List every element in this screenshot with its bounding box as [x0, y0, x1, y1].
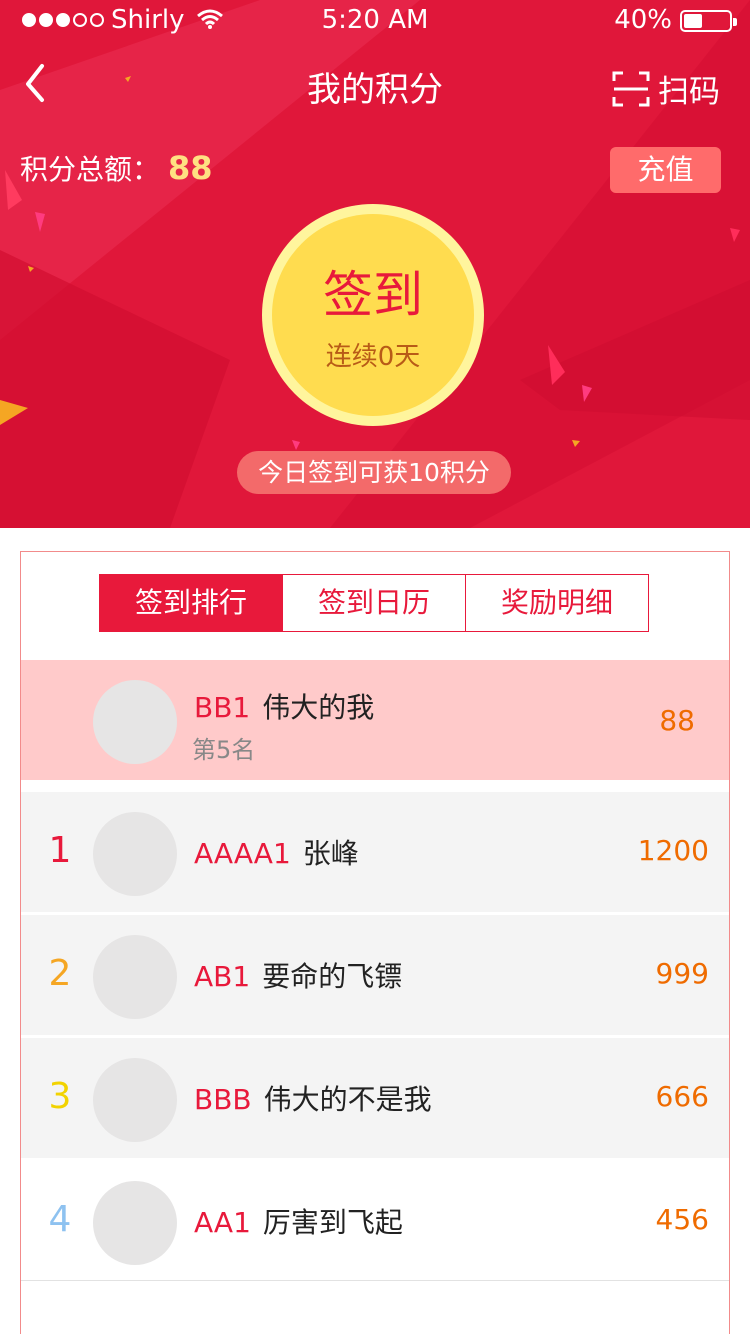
user-score: 999	[655, 957, 709, 990]
avatar	[93, 680, 177, 764]
user-name-line: BB1 伟大的我	[194, 686, 374, 726]
points-total-value: 88	[168, 149, 213, 187]
status-bar: Shirly 5:20 AM 40%	[0, 0, 750, 40]
user-nickname: 伟大的不是我	[263, 1083, 432, 1116]
recharge-button[interactable]: 充值	[610, 147, 721, 193]
ranking-panel: 签到排行 签到日历 奖励明细 BB1 伟大的我 第5名 88 1 AAAA1 张…	[20, 551, 730, 1334]
user-score: 88	[659, 704, 695, 737]
avatar	[93, 1181, 177, 1265]
user-nickname: 伟大的我	[262, 691, 375, 724]
scan-icon	[612, 71, 650, 106]
scan-button[interactable]: 扫码	[612, 66, 720, 111]
user-name-line: AA1 厉害到飞起	[194, 1201, 403, 1241]
tab-reward-details[interactable]: 奖励明细	[466, 575, 648, 631]
points-total-label: 积分总额：	[20, 153, 161, 186]
tab-signin-ranking[interactable]: 签到排行	[100, 575, 283, 631]
user-id: BBB	[194, 1083, 252, 1116]
header-section: Shirly 5:20 AM 40% 我的积分 扫码 积分总额： 88 充值 签…	[0, 0, 750, 528]
avatar	[93, 935, 177, 1019]
my-place: 第5名	[192, 736, 256, 764]
user-nickname: 张峰	[302, 837, 359, 870]
my-ranking-row[interactable]: BB1 伟大的我 第5名 88	[21, 660, 729, 780]
scan-label: 扫码	[658, 74, 720, 110]
battery-percentage: 40%	[614, 5, 672, 35]
rank-number: 3	[48, 1076, 72, 1117]
user-nickname: 要命的飞镖	[262, 960, 403, 993]
user-id: AA1	[194, 1206, 251, 1239]
user-score: 666	[655, 1080, 709, 1113]
signin-circle: 签到 连续0天	[272, 214, 474, 416]
signin-streak: 连续0天	[325, 342, 421, 372]
tab-signin-calendar[interactable]: 签到日历	[283, 575, 466, 631]
user-name-line: AAAA1 张峰	[194, 832, 359, 872]
points-total: 积分总额： 88	[20, 148, 213, 188]
ranking-row[interactable]: 1 AAAA1 张峰 1200	[21, 792, 729, 912]
ranking-row[interactable]: 3 BBB 伟大的不是我 666	[21, 1038, 729, 1158]
rank-number: 4	[48, 1199, 72, 1240]
ranking-row[interactable]: 4 AA1 厉害到飞起 456	[21, 1161, 729, 1281]
user-id: BB1	[194, 691, 251, 724]
user-id: AB1	[194, 960, 251, 993]
ranking-row[interactable]: 2 AB1 要命的飞镖 999	[21, 915, 729, 1035]
navigation-bar: 我的积分 扫码	[0, 52, 750, 114]
rank-number: 1	[48, 830, 72, 871]
user-nickname: 厉害到飞起	[262, 1206, 403, 1239]
user-score: 456	[655, 1203, 709, 1236]
user-name-line: BBB 伟大的不是我	[194, 1078, 432, 1118]
rank-number: 2	[48, 953, 72, 994]
avatar	[93, 1058, 177, 1142]
signin-label: 签到	[323, 266, 423, 324]
user-id: AAAA1	[194, 837, 291, 870]
battery-icon	[680, 10, 737, 32]
signin-reward-tip: 今日签到可获10积分	[237, 451, 511, 494]
avatar	[93, 812, 177, 896]
user-name-line: AB1 要命的飞镖	[194, 955, 402, 995]
user-score: 1200	[637, 834, 709, 867]
signin-button[interactable]: 签到 连续0天	[262, 204, 484, 426]
tab-bar: 签到排行 签到日历 奖励明细	[99, 574, 649, 632]
